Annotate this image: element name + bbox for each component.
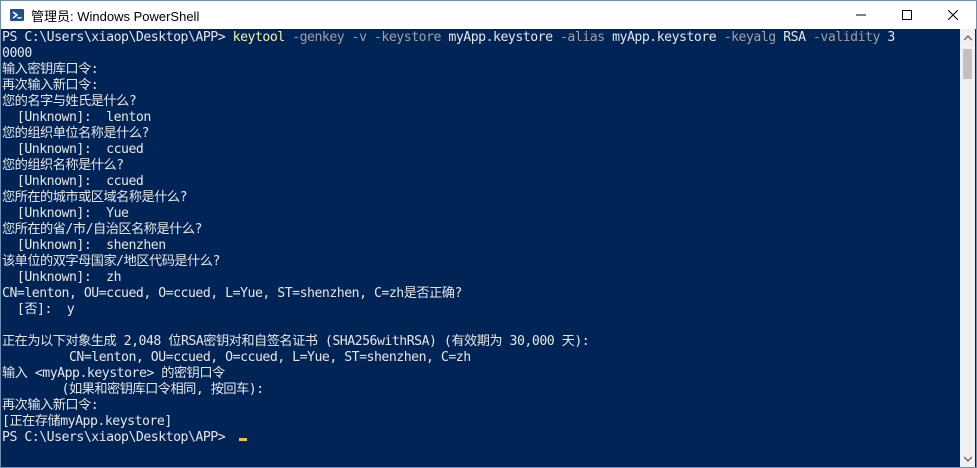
maximize-button[interactable] (884, 1, 930, 29)
chevron-down-icon (963, 456, 972, 462)
output-line: [Unknown]: lenton (2, 110, 151, 125)
output-line: 输入密钥库口令: (2, 62, 99, 77)
prompt: PS C:\Users\xiaop\Desktop\APP> (2, 430, 233, 445)
command-name: keytool (232, 30, 286, 45)
output-line: [Unknown]: ccued (2, 142, 144, 157)
command-param: -keyalg (716, 30, 784, 45)
text-cursor (238, 438, 247, 441)
output-line: 您所在的城市或区域名称是什么? (2, 190, 188, 205)
prompt: PS C:\Users\xiaop\Desktop\APP> (2, 30, 233, 45)
minimize-icon (856, 14, 866, 16)
final-prompt-line[interactable]: PS C:\Users\xiaop\Desktop\APP> (2, 430, 247, 446)
output-line: 您所在的省/市/自治区名称是什么? (2, 222, 202, 237)
output-line: 输入 <myApp.keystore> 的密钥口令 (2, 366, 225, 381)
close-icon (948, 10, 958, 20)
command-param: -alias (552, 30, 613, 45)
scroll-up-button[interactable] (960, 29, 975, 46)
output-line: CN=lenton, OU=ccued, O=ccued, L=Yue, ST=… (2, 286, 462, 301)
window-title: 管理员: Windows PowerShell (31, 8, 200, 24)
output-line: 该单位的双字母国家/地区代码是什么? (2, 254, 220, 269)
output-line: 再次输入新口令: (2, 398, 99, 413)
title-bar[interactable]: 管理员: Windows PowerShell (1, 1, 976, 29)
output-line: 您的名字与姓氏是什么? (2, 94, 137, 109)
chevron-up-icon (963, 34, 972, 40)
command-value: myApp.keystore (612, 30, 717, 45)
powershell-window: 管理员: Windows PowerShell PS C:\Users\xiao… (0, 0, 977, 468)
output-line: 正在为以下对象生成 2,048 位RSA密钥对和自签名证书 (SHA256wit… (2, 334, 590, 349)
output-line: 再次输入新口令: (2, 78, 99, 93)
output-line: [Unknown]: zh (2, 270, 122, 285)
output-line: CN=lenton, OU=ccued, O=ccued, L=Yue, ST=… (2, 350, 471, 365)
output-line: [否]: y (2, 302, 75, 317)
vertical-scrollbar[interactable] (960, 29, 975, 467)
output-line: [Unknown]: Yue (2, 206, 129, 221)
output-line: 您的组织单位名称是什么? (2, 126, 150, 141)
scroll-down-button[interactable] (960, 450, 975, 467)
maximize-icon (902, 10, 912, 20)
command-value: RSA (783, 30, 806, 45)
command-line: PS C:\Users\xiaop\Desktop\APP> keytool -… (2, 30, 895, 46)
console-output[interactable]: PS C:\Users\xiaop\Desktop\APP> keytool -… (1, 29, 961, 467)
output-line: [Unknown]: shenzhen (2, 238, 166, 253)
output-line: [正在存储myApp.keystore] (2, 414, 172, 429)
output-line: 您的组织名称是什么? (2, 158, 124, 173)
command-value: myApp.keystore (448, 30, 553, 45)
command-param: -genkey -v -keystore (284, 30, 449, 45)
minimize-button[interactable] (838, 1, 884, 29)
scrollbar-thumb[interactable] (963, 49, 972, 79)
command-value: 3 (887, 30, 895, 45)
command-param: -validity (805, 30, 888, 45)
powershell-icon[interactable] (9, 7, 25, 23)
output-line: (如果和密钥库口令相同, 按回车): (2, 382, 265, 397)
command-wrap: 0000 (2, 46, 32, 61)
output-line: [Unknown]: ccued (2, 174, 144, 189)
close-button[interactable] (930, 1, 976, 29)
